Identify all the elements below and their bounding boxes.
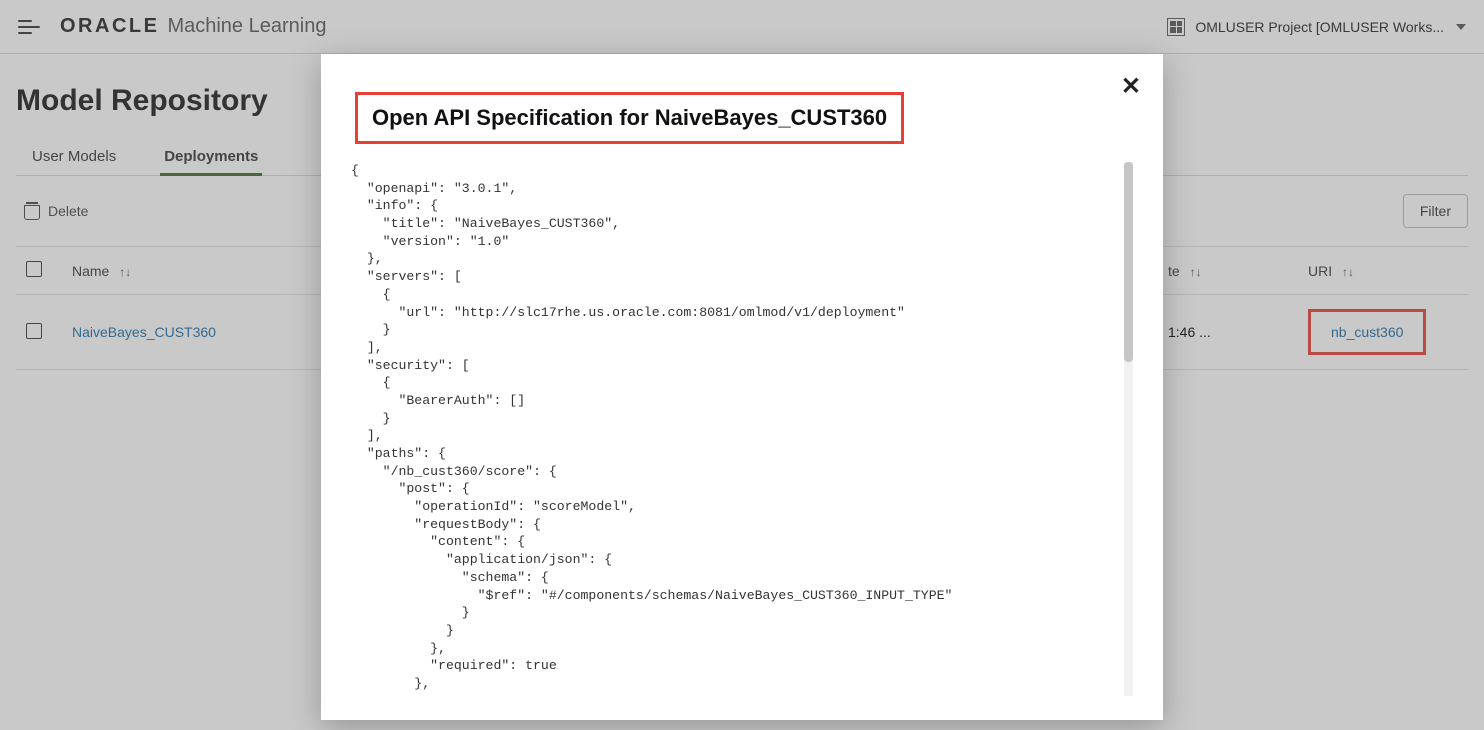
openapi-code: { "openapi": "3.0.1", "info": { "title":… — [351, 162, 1133, 693]
openapi-code-area[interactable]: { "openapi": "3.0.1", "info": { "title":… — [351, 162, 1133, 696]
modal-title: Open API Specification for NaiveBayes_CU… — [355, 92, 904, 144]
code-scrollbar-track[interactable] — [1124, 162, 1133, 696]
code-scrollbar-thumb[interactable] — [1124, 162, 1133, 362]
openapi-modal: ✕ Open API Specification for NaiveBayes_… — [321, 54, 1163, 720]
modal-overlay[interactable]: ✕ Open API Specification for NaiveBayes_… — [0, 0, 1484, 730]
close-icon[interactable]: ✕ — [1121, 72, 1141, 101]
